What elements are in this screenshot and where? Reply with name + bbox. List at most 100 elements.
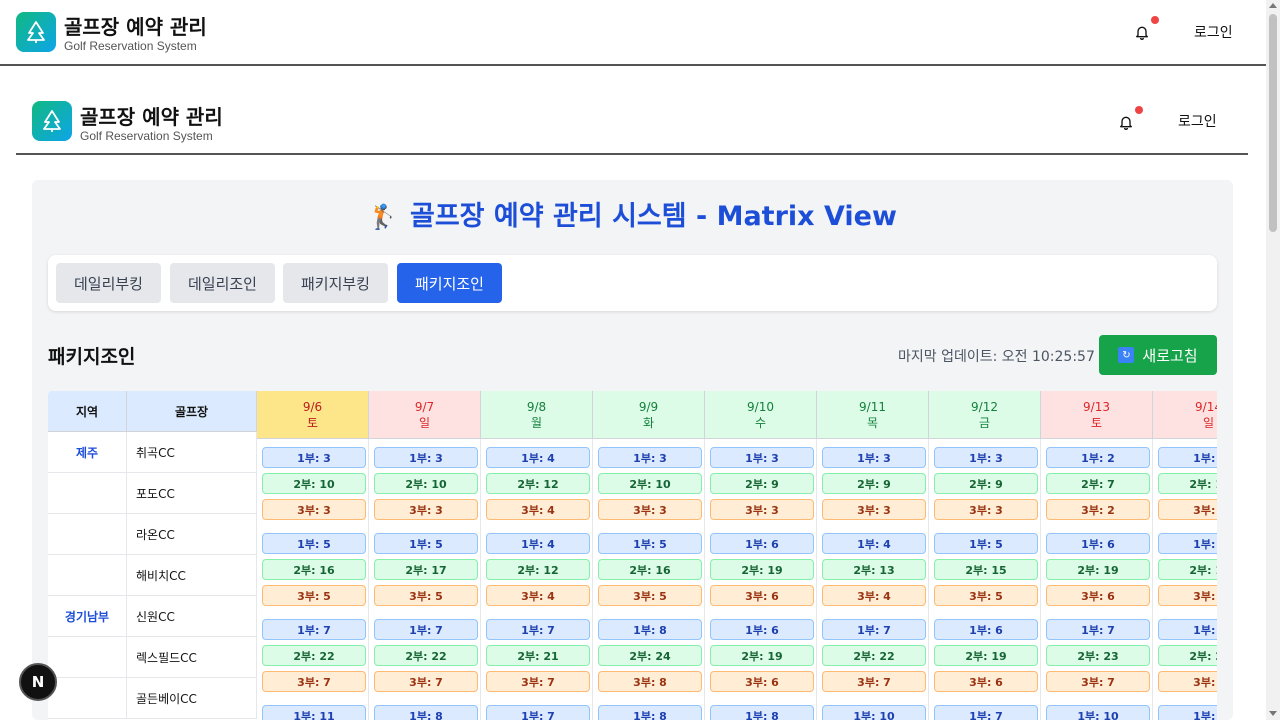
- slot-pill-part3[interactable]: 3부: 7: [1158, 671, 1217, 692]
- slot-pill-part1[interactable]: 1부: 8: [598, 619, 702, 640]
- tab-package-join[interactable]: 패키지조인: [397, 263, 502, 303]
- page-scrollbar[interactable]: [1266, 0, 1280, 720]
- slot-pill-part3[interactable]: 3부: 7: [822, 671, 926, 692]
- tab-daily-join[interactable]: 데일리조인: [170, 263, 275, 303]
- slot-pill-part3[interactable]: 3부: 6: [710, 585, 814, 606]
- slot-pill-part2[interactable]: 2부: 15: [934, 559, 1038, 580]
- slot-pill-part1[interactable]: 1부: 8: [710, 705, 814, 720]
- slot-pill-part1[interactable]: 1부: 7: [374, 619, 478, 640]
- slot-pill-part2[interactable]: 2부: 16: [262, 559, 366, 580]
- slot-pill-part1[interactable]: 1부: 3: [934, 447, 1038, 468]
- login-button[interactable]: 로그인: [1178, 111, 1217, 131]
- slot-pill-part2[interactable]: 2부: 22: [374, 645, 478, 666]
- slot-pill-part3[interactable]: 3부: 6: [934, 671, 1038, 692]
- course-name[interactable]: 취곡CC: [127, 432, 257, 473]
- slot-pill-part2[interactable]: 2부: 10: [374, 473, 478, 494]
- slot-pill-part1[interactable]: 1부: 5: [934, 533, 1038, 554]
- slot-pill-part2[interactable]: 2부: 13: [822, 559, 926, 580]
- slot-pill-part2[interactable]: 2부: 10: [598, 473, 702, 494]
- course-name[interactable]: 골든베이CC: [127, 678, 257, 719]
- slot-pill-part1[interactable]: 1부: 6: [710, 533, 814, 554]
- slot-pill-part1[interactable]: 1부: 3: [1158, 447, 1217, 468]
- slot-pill-part3[interactable]: 3부: 5: [262, 585, 366, 606]
- slot-pill-part1[interactable]: 1부: 2: [1046, 447, 1150, 468]
- slot-pill-part2[interactable]: 2부: 21: [486, 645, 590, 666]
- slot-pill-part1[interactable]: 1부: 3: [374, 447, 478, 468]
- slot-pill-part2[interactable]: 2부: 9: [710, 473, 814, 494]
- slot-pill-part3[interactable]: 3부: 4: [822, 585, 926, 606]
- slot-pill-part1[interactable]: 1부: 7: [1046, 619, 1150, 640]
- slot-pill-part1[interactable]: 1부: 8: [598, 705, 702, 720]
- tab-package-booking[interactable]: 패키지부킹: [283, 263, 388, 303]
- notification-button[interactable]: [1132, 22, 1152, 42]
- slot-pill-part3[interactable]: 3부: 8: [598, 671, 702, 692]
- slot-pill-part2[interactable]: 2부: 23: [1046, 645, 1150, 666]
- slot-pill-part2[interactable]: 2부: 19: [1046, 559, 1150, 580]
- slot-pill-part2[interactable]: 2부: 19: [934, 645, 1038, 666]
- slot-pill-part2[interactable]: 2부: 16: [1158, 559, 1217, 580]
- slot-pill-part3[interactable]: 3부: 4: [486, 585, 590, 606]
- course-name[interactable]: 포도CC: [127, 473, 257, 514]
- slot-pill-part3[interactable]: 3부: 7: [262, 671, 366, 692]
- app-logo[interactable]: [32, 101, 72, 141]
- course-name[interactable]: 해비치CC: [127, 555, 257, 596]
- slot-pill-part1[interactable]: 1부: 7: [486, 619, 590, 640]
- slot-pill-part2[interactable]: 2부: 10: [262, 473, 366, 494]
- slot-pill-part1[interactable]: 1부: 5: [374, 533, 478, 554]
- notification-button[interactable]: [1116, 112, 1136, 132]
- slot-pill-part1[interactable]: 1부: 3: [598, 447, 702, 468]
- slot-pill-part1[interactable]: 1부: 5: [1158, 533, 1217, 554]
- slot-pill-part1[interactable]: 1부: 7: [486, 705, 590, 720]
- slot-pill-part2[interactable]: 2부: 22: [822, 645, 926, 666]
- course-name[interactable]: 신원CC: [127, 596, 257, 637]
- slot-pill-part2[interactable]: 2부: 16: [598, 559, 702, 580]
- slot-pill-part3[interactable]: 3부: 6: [1046, 585, 1150, 606]
- slot-pill-part3[interactable]: 3부: 4: [486, 499, 590, 520]
- slot-pill-part1[interactable]: 1부: 7: [1158, 619, 1217, 640]
- slot-pill-part1[interactable]: 1부: 9: [1158, 705, 1217, 720]
- slot-pill-part2[interactable]: 2부: 10: [1158, 473, 1217, 494]
- course-name[interactable]: 렉스필드CC: [127, 637, 257, 678]
- slot-pill-part1[interactable]: 1부: 6: [710, 619, 814, 640]
- slot-pill-part1[interactable]: 1부: 4: [822, 533, 926, 554]
- slot-pill-part1[interactable]: 1부: 5: [262, 533, 366, 554]
- slot-pill-part3[interactable]: 3부: 3: [934, 499, 1038, 520]
- slot-pill-part3[interactable]: 3부: 3: [598, 499, 702, 520]
- slot-pill-part2[interactable]: 2부: 24: [598, 645, 702, 666]
- slot-pill-part1[interactable]: 1부: 11: [262, 705, 366, 720]
- slot-pill-part1[interactable]: 1부: 6: [934, 619, 1038, 640]
- slot-pill-part2[interactable]: 2부: 7: [1046, 473, 1150, 494]
- slot-pill-part2[interactable]: 2부: 9: [822, 473, 926, 494]
- slot-pill-part1[interactable]: 1부: 6: [1046, 533, 1150, 554]
- slot-pill-part3[interactable]: 3부: 5: [598, 585, 702, 606]
- slot-pill-part2[interactable]: 2부: 9: [934, 473, 1038, 494]
- slot-pill-part2[interactable]: 2부: 17: [374, 559, 478, 580]
- slot-pill-part1[interactable]: 1부: 4: [486, 447, 590, 468]
- slot-pill-part3[interactable]: 3부: 6: [710, 671, 814, 692]
- slot-pill-part2[interactable]: 2부: 22: [262, 645, 366, 666]
- slot-pill-part3[interactable]: 3부: 5: [374, 585, 478, 606]
- slot-pill-part3[interactable]: 3부: 3: [1158, 499, 1217, 520]
- slot-pill-part2[interactable]: 2부: 12: [486, 473, 590, 494]
- refresh-button[interactable]: ↻ 새로고침: [1099, 335, 1217, 375]
- slot-pill-part3[interactable]: 3부: 3: [822, 499, 926, 520]
- floating-n-button[interactable]: N: [19, 663, 57, 701]
- scroll-thumb[interactable]: [1269, 14, 1277, 232]
- slot-pill-part1[interactable]: 1부: 7: [934, 705, 1038, 720]
- slot-pill-part1[interactable]: 1부: 7: [822, 619, 926, 640]
- scroll-up-icon[interactable]: [1269, 3, 1277, 8]
- slot-pill-part2[interactable]: 2부: 22: [1158, 645, 1217, 666]
- slot-pill-part1[interactable]: 1부: 5: [598, 533, 702, 554]
- slot-pill-part2[interactable]: 2부: 12: [486, 559, 590, 580]
- slot-pill-part3[interactable]: 3부: 5: [934, 585, 1038, 606]
- slot-pill-part3[interactable]: 3부: 7: [486, 671, 590, 692]
- slot-pill-part1[interactable]: 1부: 10: [822, 705, 926, 720]
- scroll-down-icon[interactable]: [1269, 711, 1277, 716]
- slot-pill-part3[interactable]: 3부: 7: [1046, 671, 1150, 692]
- slot-pill-part3[interactable]: 3부: 3: [710, 499, 814, 520]
- slot-pill-part3[interactable]: 3부: 2: [1046, 499, 1150, 520]
- course-name[interactable]: 라온CC: [127, 514, 257, 555]
- slot-pill-part1[interactable]: 1부: 7: [262, 619, 366, 640]
- slot-pill-part1[interactable]: 1부: 3: [822, 447, 926, 468]
- app-logo[interactable]: [16, 12, 56, 52]
